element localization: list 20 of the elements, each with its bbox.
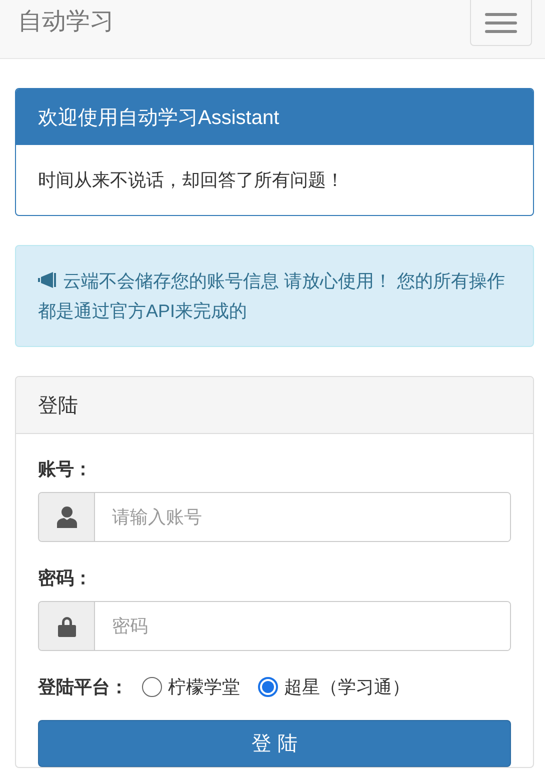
panel-text: 时间从来不说话，却回答了所有问题！	[38, 169, 345, 192]
radio-button[interactable]	[142, 677, 162, 697]
input-field[interactable]: 请输入账号	[38, 492, 511, 542]
panel-title: 登陆	[38, 394, 78, 418]
radio-button[interactable]	[258, 677, 278, 697]
panel-title: 欢迎使用自动学习Assistant	[38, 106, 280, 130]
user-icon	[56, 506, 76, 528]
field-label: 登陆平台：	[38, 676, 128, 699]
field-label: 密码：	[38, 567, 92, 590]
lock-icon	[58, 616, 76, 636]
brand-title[interactable]: 自动学习	[18, 7, 114, 37]
radio-label[interactable]: 超星（学习通）	[284, 675, 410, 699]
menu-button[interactable]	[470, 0, 532, 46]
alert-text: 云端不会储存您的账号信息 请放心使用！ 您的所有操作都是通过官方API来完成的	[38, 270, 506, 323]
field-label: 账号：	[38, 458, 92, 481]
radio-label[interactable]: 柠檬学堂	[168, 675, 240, 699]
menu-icon	[485, 12, 517, 34]
megaphone-icon	[38, 272, 58, 288]
login-button[interactable]: 登 陆	[38, 720, 511, 767]
input-field[interactable]: 密码	[38, 601, 511, 651]
